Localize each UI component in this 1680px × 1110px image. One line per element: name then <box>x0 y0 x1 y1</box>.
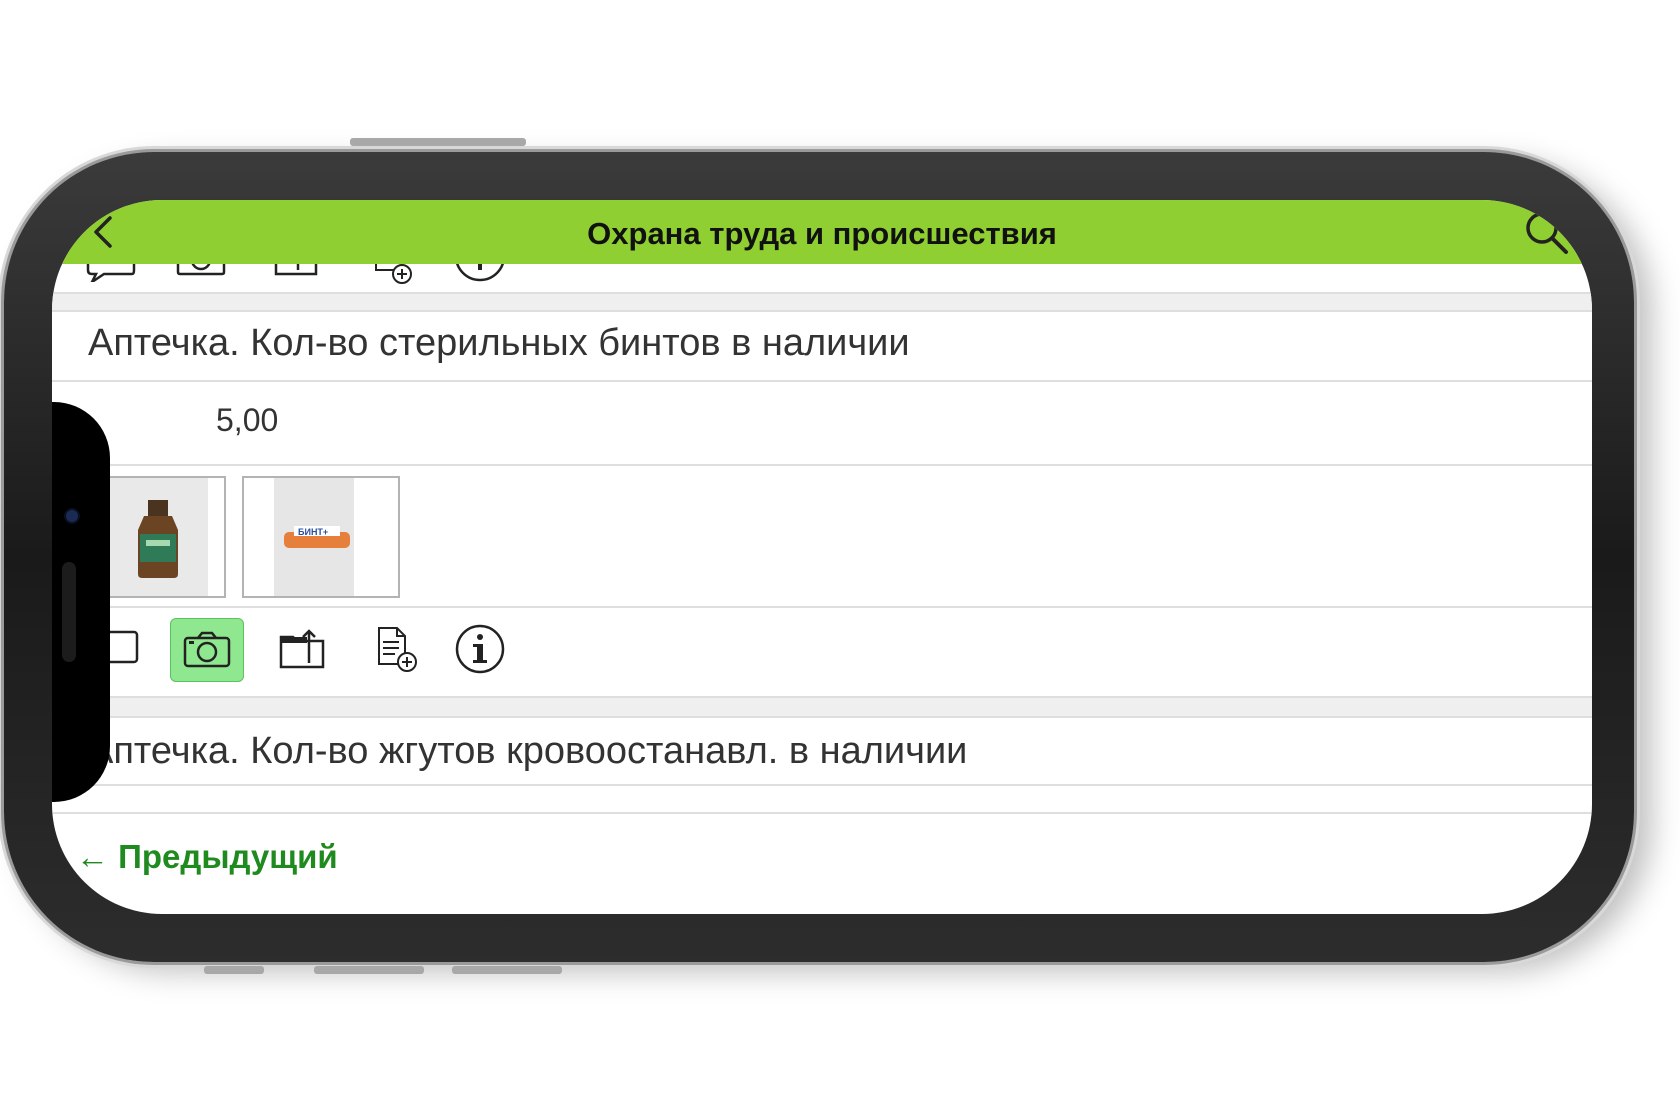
page-title: Охрана труда и происшествия <box>587 216 1057 251</box>
phone-frame: Охрана труда и происшествия Аптечка. Кол… <box>4 138 1634 974</box>
camera-button[interactable] <box>170 618 244 682</box>
speaker-grille <box>62 562 76 662</box>
row-divider <box>52 464 1592 466</box>
phone-notch <box>52 402 110 802</box>
camera-sensor <box>66 510 78 522</box>
phone-button-bottom-3 <box>452 966 562 974</box>
folder-upload-icon <box>279 629 325 669</box>
photo-thumbnail[interactable]: БИНТ+ <box>242 476 400 598</box>
phone-button-bottom-1 <box>204 966 264 974</box>
phone-button-bottom-2 <box>314 966 424 974</box>
item-label: Аптечка. Кол-во стерильных бинтов в нали… <box>88 322 910 364</box>
row-divider <box>52 716 1592 718</box>
row-divider <box>52 812 1592 814</box>
bandage-photo-icon: БИНТ+ <box>274 478 354 596</box>
previous-button[interactable]: ← Предыдущий <box>76 838 338 876</box>
info-icon <box>455 624 505 674</box>
row-divider <box>52 606 1592 608</box>
row-divider <box>52 784 1592 786</box>
item-value[interactable]: 5,00 <box>216 402 278 439</box>
phone-button-top <box>350 138 526 146</box>
row-divider <box>52 310 1592 312</box>
info-button[interactable] <box>444 618 516 680</box>
section-separator <box>52 294 1592 310</box>
nav-bar: Охрана труда и происшествия <box>52 200 1592 264</box>
camera-icon <box>183 631 231 668</box>
search-icon[interactable] <box>1522 208 1572 258</box>
section-separator <box>52 698 1592 716</box>
screen: Охрана труда и происшествия Аптечка. Кол… <box>52 200 1592 914</box>
row-divider <box>52 380 1592 382</box>
add-document-icon <box>378 627 417 672</box>
bandage-caption: БИНТ+ <box>298 527 328 537</box>
item-label: Аптечка. Кол-во жгутов кровоостанавл. в … <box>88 730 968 772</box>
add-document-button[interactable] <box>360 618 432 680</box>
folder-upload-button[interactable] <box>266 618 338 680</box>
